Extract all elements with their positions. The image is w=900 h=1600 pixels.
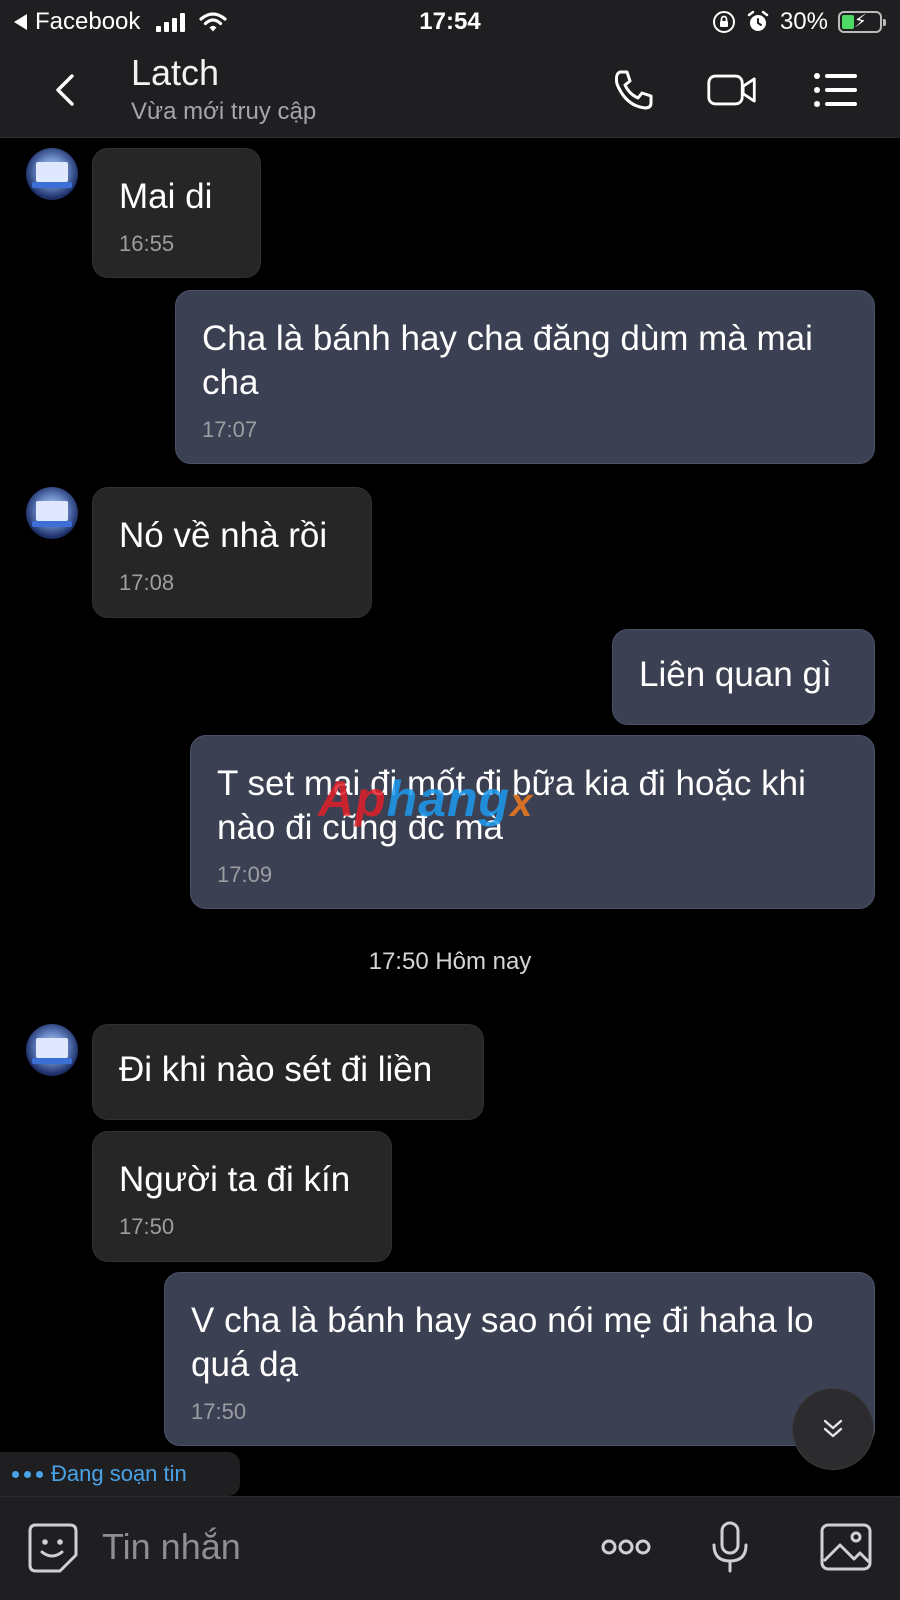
message-text: Nó về nhà rồi <box>119 516 328 555</box>
alarm-icon <box>747 10 769 31</box>
message-time: 17:08 <box>119 570 175 595</box>
message-composer <box>0 1496 900 1600</box>
message-bubble-incoming[interactable]: Người ta đi kín 17:50 <box>92 1131 392 1262</box>
message-text: Liên quan gì <box>639 655 832 694</box>
message-time: 17:09 <box>217 862 273 887</box>
image-gallery-icon[interactable] <box>818 1519 874 1575</box>
message-time: 17:07 <box>202 417 258 442</box>
typing-dots-icon <box>12 1470 43 1478</box>
message-time: 17:50 <box>191 1399 247 1424</box>
watermark-part: x <box>510 781 534 825</box>
status-right: 30% ⚡ <box>712 8 886 36</box>
day-divider: 17:50 Hôm nay <box>368 948 532 975</box>
avatar[interactable] <box>26 487 78 539</box>
microphone-icon[interactable] <box>702 1519 758 1575</box>
message-bubble-incoming[interactable]: Mai di 16:55 <box>92 148 261 278</box>
typing-label: Đang soạn tin <box>51 1461 187 1486</box>
avatar[interactable] <box>26 1024 78 1076</box>
contact-status: Vừa mới truy cập <box>131 98 317 125</box>
back-chevron-icon[interactable] <box>44 68 88 112</box>
watermark-part: hang <box>386 771 511 827</box>
message-text: Đi khi nào sét đi liền <box>119 1050 433 1089</box>
message-bubble-outgoing[interactable]: V cha là bánh hay sao nói mẹ đi haha lo … <box>164 1272 875 1446</box>
contact-name[interactable]: Latch <box>131 52 219 94</box>
message-text: Cha là bánh hay cha đăng dùm mà mai cha <box>202 319 813 402</box>
message-text: Người ta đi kín <box>119 1160 351 1199</box>
message-time: 17:50 <box>119 1214 175 1239</box>
message-text: V cha là bánh hay sao nói mẹ đi haha lo … <box>191 1301 814 1384</box>
battery-icon: ⚡ <box>838 11 886 33</box>
chat-header: Latch Vừa mới truy cập <box>0 44 900 138</box>
scroll-to-bottom-button[interactable] <box>792 1388 874 1470</box>
video-call-icon[interactable] <box>706 66 758 114</box>
message-bubble-outgoing[interactable]: Liên quan gì <box>612 629 875 725</box>
status-bar: Facebook 17:54 30% ⚡ <box>0 0 900 44</box>
message-bubble-incoming[interactable]: Nó về nhà rồi 17:08 <box>92 487 372 618</box>
double-chevron-down-icon <box>823 1419 843 1438</box>
message-bubble-outgoing[interactable]: Cha là bánh hay cha đăng dùm mà mai cha … <box>175 290 875 464</box>
orientation-lock-icon <box>712 11 735 33</box>
message-text: Mai di <box>119 177 213 216</box>
typing-indicator: Đang soạn tin <box>0 1452 240 1496</box>
sticker-emoji-icon[interactable] <box>24 1519 80 1575</box>
menu-list-icon[interactable] <box>810 66 862 114</box>
watermark-part: Ap <box>318 771 387 827</box>
avatar[interactable] <box>26 148 78 200</box>
message-time: 16:55 <box>119 231 175 256</box>
more-options-icon[interactable] <box>598 1519 654 1575</box>
message-input[interactable] <box>102 1523 572 1571</box>
message-bubble-incoming[interactable]: Đi khi nào sét đi liền <box>92 1024 484 1120</box>
battery-percent: 30% <box>779 8 828 35</box>
phone-call-icon[interactable] <box>608 66 660 114</box>
watermark-logo: Aphangx <box>318 770 533 828</box>
